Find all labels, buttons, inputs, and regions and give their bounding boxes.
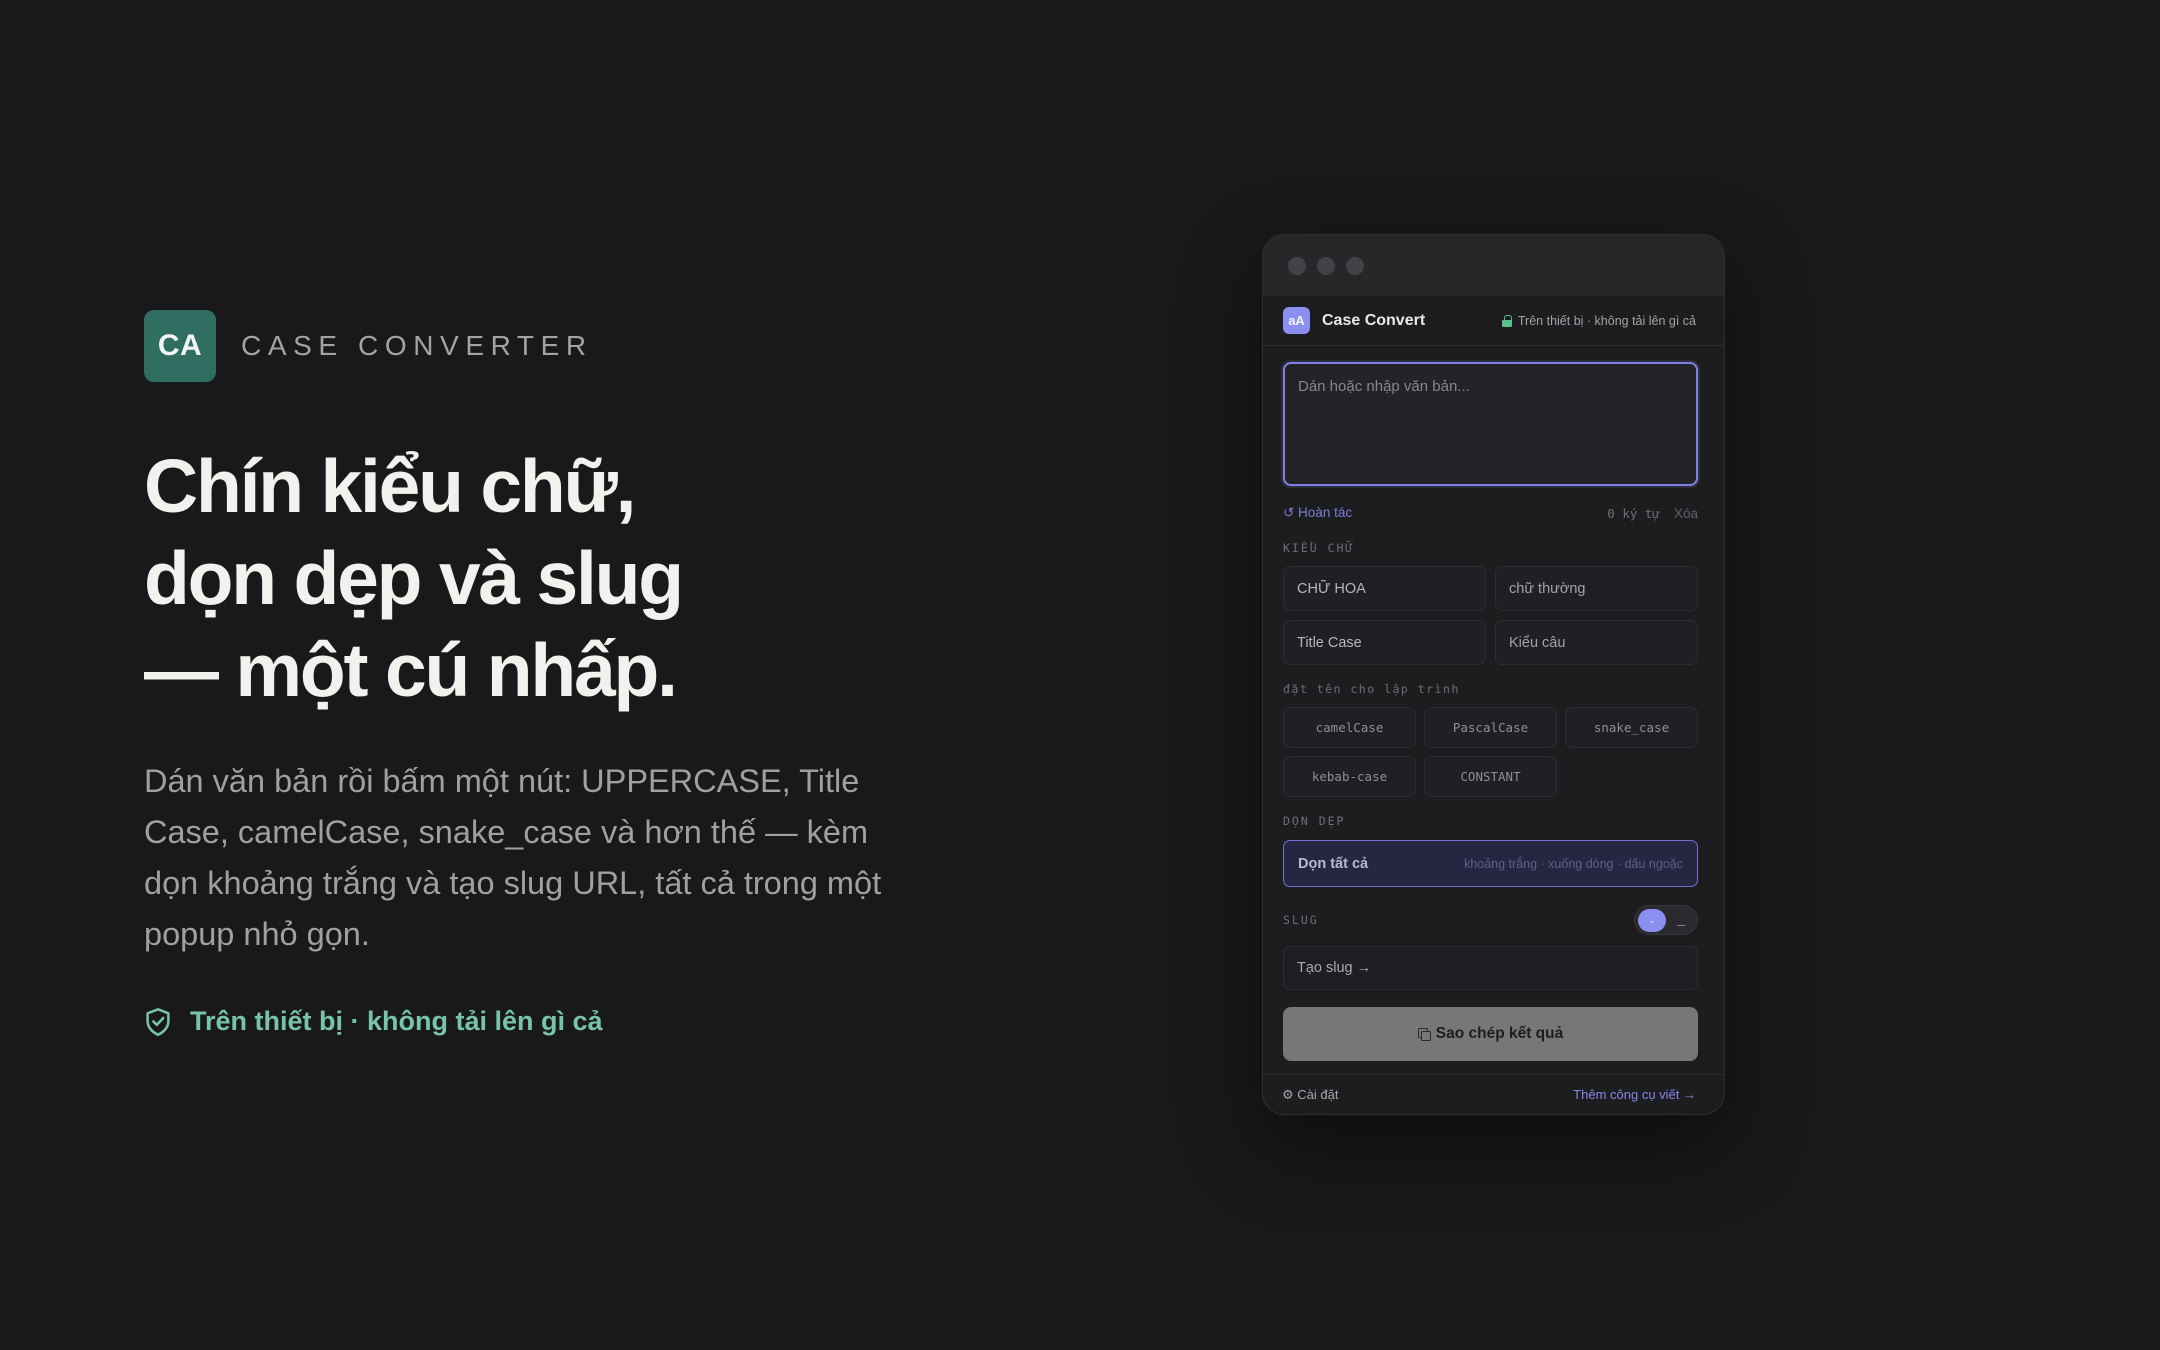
clear-button[interactable]: Xóa [1674,506,1698,521]
app-header: aA Case Convert Trên thiết bị · không tả… [1263,296,1724,346]
pascalcase-button[interactable]: PascalCase [1424,707,1557,748]
char-count: 0 ký tự [1607,505,1660,521]
dev-buttons: camelCase PascalCase snake_case kebab-ca… [1283,707,1698,797]
dev-section-label: đặt tên cho lập trình [1283,682,1460,696]
text-input[interactable] [1283,362,1698,486]
camelcase-button[interactable]: camelCase [1283,707,1416,748]
copy-result-button[interactable]: Sao chép kết quả [1283,1007,1698,1061]
headline-line: Chín kiểu chữ, [144,444,636,528]
app-identity: aA Case Convert [1283,307,1425,334]
copy-icon [1417,1028,1431,1041]
case-buttons: CHỮ HOA chữ thường Title Case Kiểu câu [1283,566,1698,665]
headline-line: dọn dẹp và slug [144,536,684,620]
window-zoom-dot[interactable] [1346,256,1364,275]
clean-all-button[interactable]: Dọn tất cả khoảng trắng · xuống dòng · d… [1283,840,1698,887]
undo-button[interactable]: ↺ Hoàn tác [1283,505,1352,521]
constant-case-button[interactable]: CONSTANT [1424,756,1557,797]
clean-all-hint: khoảng trắng · xuống dòng · dấu ngoặc [1464,856,1683,871]
brand-logo: CA [144,310,216,382]
window-minimize-dot[interactable] [1317,256,1335,275]
copy-result-label: Sao chép kết quả [1435,1025,1564,1042]
brand-name: CASE CONVERTER [241,330,593,361]
uppercase-button[interactable]: CHỮ HOA [1283,566,1486,611]
headline: Chín kiểu chữ, dọn dẹp và slug — một cú … [144,440,904,716]
snake-case-button[interactable]: snake_case [1565,707,1698,748]
lowercase-button[interactable]: chữ thường [1495,566,1698,611]
sentence-case-button[interactable]: Kiểu câu [1495,620,1698,665]
slug-separator-toggle[interactable]: - _ [1634,905,1698,935]
slug-row: SLUG - _ [1283,905,1698,935]
brand-row: CA CASE CONVERTER [144,310,904,382]
lock-icon [1501,314,1512,327]
clean-all-label: Dọn tất cả [1298,855,1369,872]
input-meta-row: ↺ Hoàn tác 0 ký tự Xóa [1283,505,1698,521]
settings-link[interactable]: ⚙ Cài đặt [1282,1087,1338,1103]
local-status-text: Trên thiết bị · không tải lên gì cả [1517,313,1696,328]
kebab-case-button[interactable]: kebab-case [1283,756,1416,797]
input-meta-right: 0 ký tự Xóa [1607,506,1698,521]
case-section-label: KIỂU CHỮ [1283,541,1355,555]
lede-paragraph: Dán văn bản rồi bấm một nút: UPPERCASE, … [144,763,882,952]
app-title: Case Convert [1322,311,1426,329]
trust-note: Trên thiết bị · không tải lên gì cả [144,1006,904,1037]
more-tools-link[interactable]: Thêm công cụ viết → [1573,1087,1696,1102]
popup-window: aA Case Convert Trên thiết bị · không tả… [1262,234,1725,1115]
underscore-option[interactable]: _ [1677,910,1685,926]
local-status: Trên thiết bị · không tải lên gì cả [1501,313,1696,328]
hero: CA CASE CONVERTER Chín kiểu chữ, dọn dẹp… [144,310,904,1037]
popup-footer: ⚙ Cài đặt Thêm công cụ viết → [1263,1074,1724,1114]
clean-section-label: DỌN DẸP [1283,814,1346,828]
window-close-dot[interactable] [1288,256,1306,275]
window-titlebar [1263,235,1724,296]
hyphen-option[interactable]: - [1638,909,1666,932]
trust-text: Trên thiết bị · không tải lên gì cả [190,1006,603,1036]
make-slug-button[interactable]: Tạo slug → [1283,946,1698,990]
slug-section-label: SLUG [1283,913,1319,927]
shield-check-icon [146,1007,170,1036]
headline-line: — một cú nhấp. [144,628,678,712]
title-case-button[interactable]: Title Case [1283,620,1486,665]
app-logo: aA [1283,307,1310,334]
popup-body: ↺ Hoàn tác 0 ký tự Xóa KIỂU CHỮ CHỮ HOA … [1263,346,1724,1061]
